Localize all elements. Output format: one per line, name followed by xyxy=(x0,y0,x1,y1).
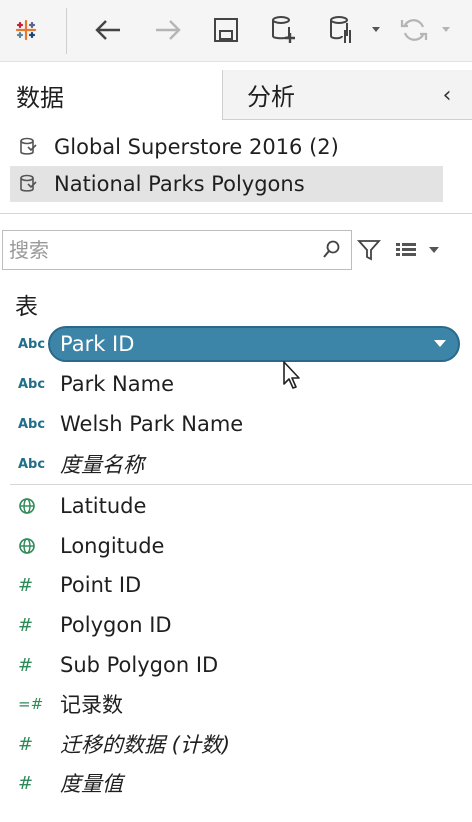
field-polygon-id[interactable]: # Polygon ID xyxy=(12,607,460,643)
search-icon[interactable] xyxy=(321,239,341,261)
number-type-icon: # xyxy=(18,574,34,596)
field-label: 度量值 xyxy=(60,772,123,796)
field-label: Park Name xyxy=(60,372,175,396)
save-icon[interactable] xyxy=(208,12,244,48)
field-label: Welsh Park Name xyxy=(60,412,244,436)
datasource-item-selected[interactable]: National Parks Polygons xyxy=(10,166,443,202)
new-datasource-icon[interactable] xyxy=(266,12,302,48)
field-measure-names[interactable]: Abc 度量名称 xyxy=(12,446,460,482)
section-label: 表 xyxy=(15,294,38,320)
divider xyxy=(10,484,472,485)
datasource-icon xyxy=(20,174,37,192)
datasource-label: Global Superstore 2016 (2) xyxy=(54,135,339,159)
field-label: Park ID xyxy=(60,332,135,356)
toolbar xyxy=(0,0,472,62)
field-park-id[interactable]: Abc Park ID xyxy=(12,326,460,362)
string-type-icon: Abc xyxy=(18,336,46,352)
dropdown-caret-icon[interactable] xyxy=(366,12,386,48)
datasource-label: National Parks Polygons xyxy=(54,172,305,196)
field-welsh-park-name[interactable]: Abc Welsh Park Name xyxy=(12,406,460,442)
datasource-icon xyxy=(20,137,37,155)
field-point-id[interactable]: # Point ID xyxy=(12,567,460,603)
globe-icon xyxy=(18,497,50,515)
chevron-down-icon xyxy=(429,247,439,253)
field-label: 迁移的数据 (计数) xyxy=(60,733,231,757)
collapse-pane-icon[interactable]: ‹ xyxy=(436,82,458,108)
field-label: 度量名称 xyxy=(60,453,144,477)
search-input[interactable] xyxy=(3,238,303,262)
pane-tabs: 数据 分析 ‹ xyxy=(0,70,472,120)
string-type-icon: Abc xyxy=(18,376,46,392)
string-type-icon: Abc xyxy=(18,456,46,472)
field-migrated-data-count[interactable]: # 迁移的数据 (计数) xyxy=(12,726,460,762)
refresh-dropdown-caret-icon[interactable] xyxy=(436,12,456,48)
list-view-icon xyxy=(396,243,416,256)
datasource-item[interactable]: Global Superstore 2016 (2) xyxy=(10,129,440,165)
tab-data[interactable]: 数据 xyxy=(0,70,222,120)
tab-analysis-label: 分析 xyxy=(247,83,295,111)
mouse-cursor-icon xyxy=(283,361,300,389)
string-type-icon: Abc xyxy=(18,416,46,432)
tab-analysis[interactable]: 分析 ‹ xyxy=(222,70,472,120)
number-type-icon: # xyxy=(18,614,34,636)
field-label: Latitude xyxy=(60,494,147,518)
field-label: Point ID xyxy=(60,573,142,597)
back-arrow-icon[interactable] xyxy=(90,12,126,48)
divider xyxy=(0,213,472,214)
calculated-number-type-icon: =# xyxy=(18,695,44,713)
globe-icon xyxy=(18,537,50,555)
toolbar-separator xyxy=(66,8,67,54)
forward-arrow-icon[interactable] xyxy=(150,12,186,48)
field-label: Sub Polygon ID xyxy=(60,653,219,677)
pause-updates-icon[interactable] xyxy=(324,12,360,48)
number-type-icon: # xyxy=(18,733,34,755)
filter-icon[interactable] xyxy=(356,236,382,264)
field-record-count[interactable]: =# 记录数 xyxy=(12,686,460,722)
field-measure-values[interactable]: # 度量值 xyxy=(12,765,460,801)
field-label: Longitude xyxy=(60,534,165,558)
field-label: Polygon ID xyxy=(60,613,172,637)
refresh-icon[interactable] xyxy=(396,12,432,48)
tableau-logo-icon[interactable] xyxy=(8,12,44,48)
field-longitude[interactable]: Longitude xyxy=(12,528,460,564)
number-type-icon: # xyxy=(18,654,34,676)
field-sub-polygon-id[interactable]: # Sub Polygon ID xyxy=(12,647,460,683)
search-box xyxy=(2,230,352,270)
view-options-button[interactable] xyxy=(395,236,445,264)
number-type-icon: # xyxy=(18,772,34,794)
field-park-name[interactable]: Abc Park Name xyxy=(12,366,460,402)
field-label: 记录数 xyxy=(60,693,123,717)
field-latitude[interactable]: Latitude xyxy=(12,488,460,524)
field-menu-caret-icon[interactable] xyxy=(434,340,446,347)
